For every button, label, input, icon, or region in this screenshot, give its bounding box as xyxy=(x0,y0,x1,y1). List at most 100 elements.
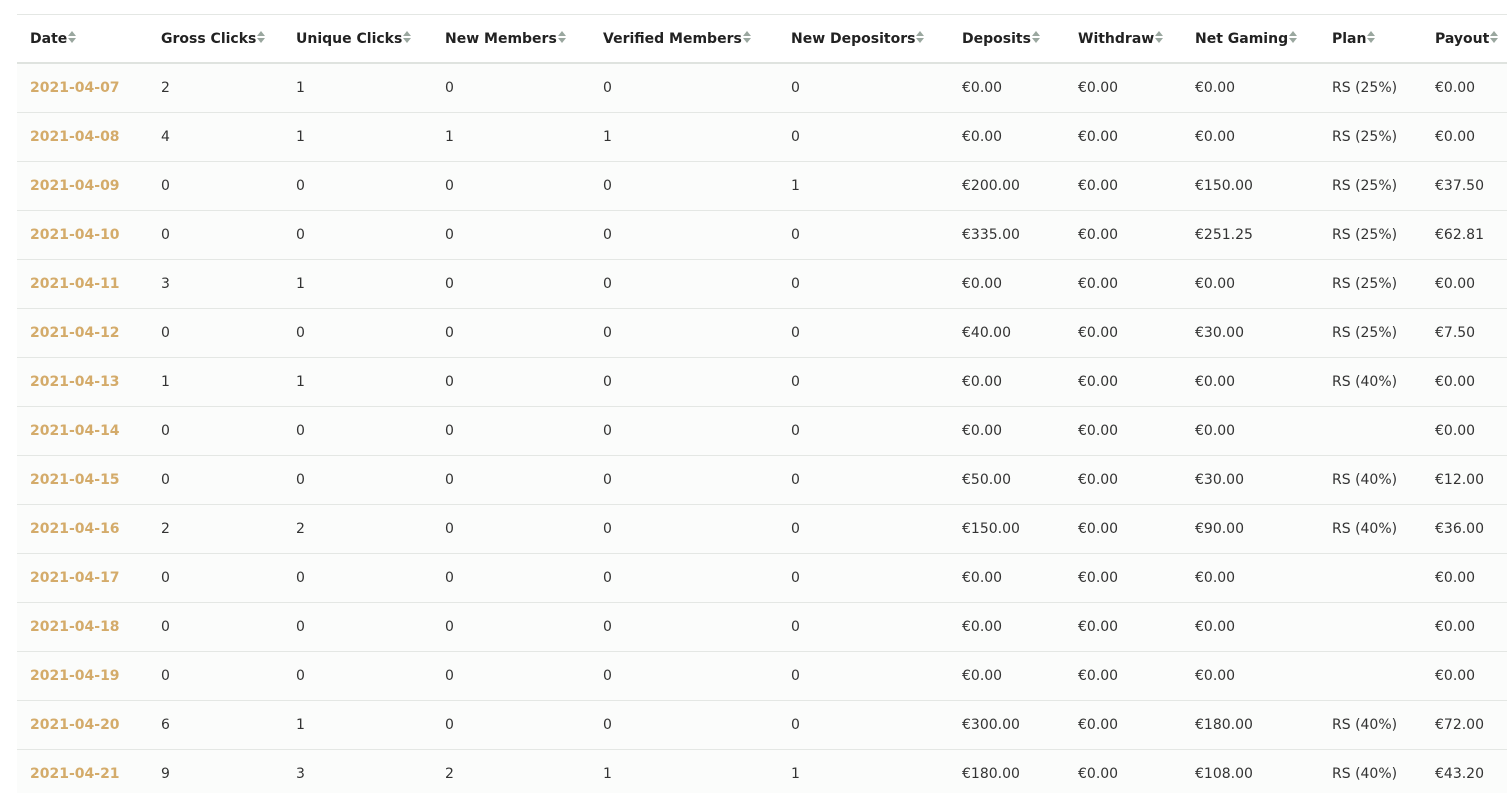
cell-members: 2 xyxy=(432,750,590,793)
date-link[interactable]: 2021-04-18 xyxy=(17,603,148,652)
cell-deposits: €335.00 xyxy=(949,211,1065,260)
cell-plan xyxy=(1319,554,1422,603)
cell-unique: 0 xyxy=(283,162,432,211)
column-header-unique[interactable]: Unique Clicks xyxy=(283,15,432,63)
cell-depositors: 0 xyxy=(778,505,949,554)
date-link[interactable]: 2021-04-12 xyxy=(17,309,148,358)
cell-verified: 0 xyxy=(590,309,778,358)
sort-down-arrow-icon xyxy=(403,38,411,43)
cell-deposits: €0.00 xyxy=(949,260,1065,309)
date-link[interactable]: 2021-04-17 xyxy=(17,554,148,603)
table-row: 2021-04-1500000€50.00€0.00€30.00RS (40%)… xyxy=(17,456,1507,505)
cell-gross: 0 xyxy=(148,162,283,211)
sort-icon[interactable] xyxy=(257,31,265,45)
date-link[interactable]: 2021-04-13 xyxy=(17,358,148,407)
date-link[interactable]: 2021-04-11 xyxy=(17,260,148,309)
date-link[interactable]: 2021-04-15 xyxy=(17,456,148,505)
column-header-deposits[interactable]: Deposits xyxy=(949,15,1065,63)
cell-deposits: €40.00 xyxy=(949,309,1065,358)
cell-members: 0 xyxy=(432,358,590,407)
cell-members: 0 xyxy=(432,211,590,260)
sort-icon[interactable] xyxy=(1490,31,1498,45)
date-link[interactable]: 2021-04-07 xyxy=(17,63,148,113)
column-header-label: Plan xyxy=(1332,31,1366,47)
cell-unique: 0 xyxy=(283,554,432,603)
sort-down-arrow-icon xyxy=(1490,38,1498,43)
table-row: 2021-04-1900000€0.00€0.00€0.00€0.00 xyxy=(17,652,1507,701)
cell-gross: 6 xyxy=(148,701,283,750)
cell-members: 0 xyxy=(432,554,590,603)
sort-icon[interactable] xyxy=(1032,31,1040,45)
cell-verified: 0 xyxy=(590,162,778,211)
date-link[interactable]: 2021-04-10 xyxy=(17,211,148,260)
table-row: 2021-04-1700000€0.00€0.00€0.00€0.00 xyxy=(17,554,1507,603)
cell-payout: €36.00 xyxy=(1422,505,1507,554)
cell-withdraw: €0.00 xyxy=(1065,63,1182,113)
table-row: 2021-04-1131000€0.00€0.00€0.00RS (25%)€0… xyxy=(17,260,1507,309)
sort-icon[interactable] xyxy=(916,31,924,45)
date-link[interactable]: 2021-04-09 xyxy=(17,162,148,211)
column-header-label: New Members xyxy=(445,31,557,47)
cell-verified: 0 xyxy=(590,652,778,701)
sort-icon[interactable] xyxy=(68,31,76,45)
cell-verified: 0 xyxy=(590,407,778,456)
cell-deposits: €50.00 xyxy=(949,456,1065,505)
sort-up-arrow-icon xyxy=(257,31,265,36)
sort-icon[interactable] xyxy=(1367,31,1375,45)
cell-verified: 1 xyxy=(590,113,778,162)
cell-plan: RS (40%) xyxy=(1319,456,1422,505)
cell-net: €0.00 xyxy=(1182,260,1319,309)
cell-unique: 0 xyxy=(283,652,432,701)
cell-plan: RS (40%) xyxy=(1319,505,1422,554)
date-link[interactable]: 2021-04-08 xyxy=(17,113,148,162)
cell-unique: 3 xyxy=(283,750,432,793)
column-header-net[interactable]: Net Gaming xyxy=(1182,15,1319,63)
cell-gross: 0 xyxy=(148,407,283,456)
cell-unique: 0 xyxy=(283,309,432,358)
date-link[interactable]: 2021-04-20 xyxy=(17,701,148,750)
column-header-depositors[interactable]: New Depositors xyxy=(778,15,949,63)
sort-up-arrow-icon xyxy=(743,31,751,36)
sort-icon[interactable] xyxy=(1289,31,1297,45)
date-link[interactable]: 2021-04-19 xyxy=(17,652,148,701)
column-header-label: Unique Clicks xyxy=(296,31,402,47)
cell-net: €0.00 xyxy=(1182,358,1319,407)
table-row: 2021-04-0721000€0.00€0.00€0.00RS (25%)€0… xyxy=(17,63,1507,113)
cell-gross: 0 xyxy=(148,211,283,260)
date-link[interactable]: 2021-04-14 xyxy=(17,407,148,456)
sort-icon[interactable] xyxy=(1155,31,1163,45)
sort-up-arrow-icon xyxy=(1367,31,1375,36)
column-header-gross[interactable]: Gross Clicks xyxy=(148,15,283,63)
cell-payout: €62.81 xyxy=(1422,211,1507,260)
sort-icon[interactable] xyxy=(743,31,751,45)
table-row: 2021-04-0900001€200.00€0.00€150.00RS (25… xyxy=(17,162,1507,211)
cell-net: €0.00 xyxy=(1182,603,1319,652)
column-header-withdraw[interactable]: Withdraw xyxy=(1065,15,1182,63)
cell-members: 0 xyxy=(432,652,590,701)
column-header-payout[interactable]: Payout xyxy=(1422,15,1507,63)
sort-icon[interactable] xyxy=(403,31,411,45)
cell-withdraw: €0.00 xyxy=(1065,113,1182,162)
cell-deposits: €180.00 xyxy=(949,750,1065,793)
header-row: DateGross Clicks Unique Clicks New Members… xyxy=(17,15,1507,63)
cell-members: 0 xyxy=(432,701,590,750)
column-header-date[interactable]: Date xyxy=(17,15,148,63)
column-header-verified[interactable]: Verified Members xyxy=(590,15,778,63)
sort-icon[interactable] xyxy=(558,31,566,45)
date-link[interactable]: 2021-04-21 xyxy=(17,750,148,793)
cell-withdraw: €0.00 xyxy=(1065,603,1182,652)
cell-members: 0 xyxy=(432,505,590,554)
column-header-members[interactable]: New Members xyxy=(432,15,590,63)
cell-net: €0.00 xyxy=(1182,652,1319,701)
sort-down-arrow-icon xyxy=(1155,38,1163,43)
cell-deposits: €0.00 xyxy=(949,407,1065,456)
sort-down-arrow-icon xyxy=(916,38,924,43)
cell-withdraw: €0.00 xyxy=(1065,554,1182,603)
cell-depositors: 0 xyxy=(778,456,949,505)
cell-gross: 0 xyxy=(148,309,283,358)
cell-depositors: 0 xyxy=(778,407,949,456)
date-link[interactable]: 2021-04-16 xyxy=(17,505,148,554)
cell-plan: RS (25%) xyxy=(1319,260,1422,309)
column-header-plan[interactable]: Plan xyxy=(1319,15,1422,63)
cell-depositors: 0 xyxy=(778,652,949,701)
